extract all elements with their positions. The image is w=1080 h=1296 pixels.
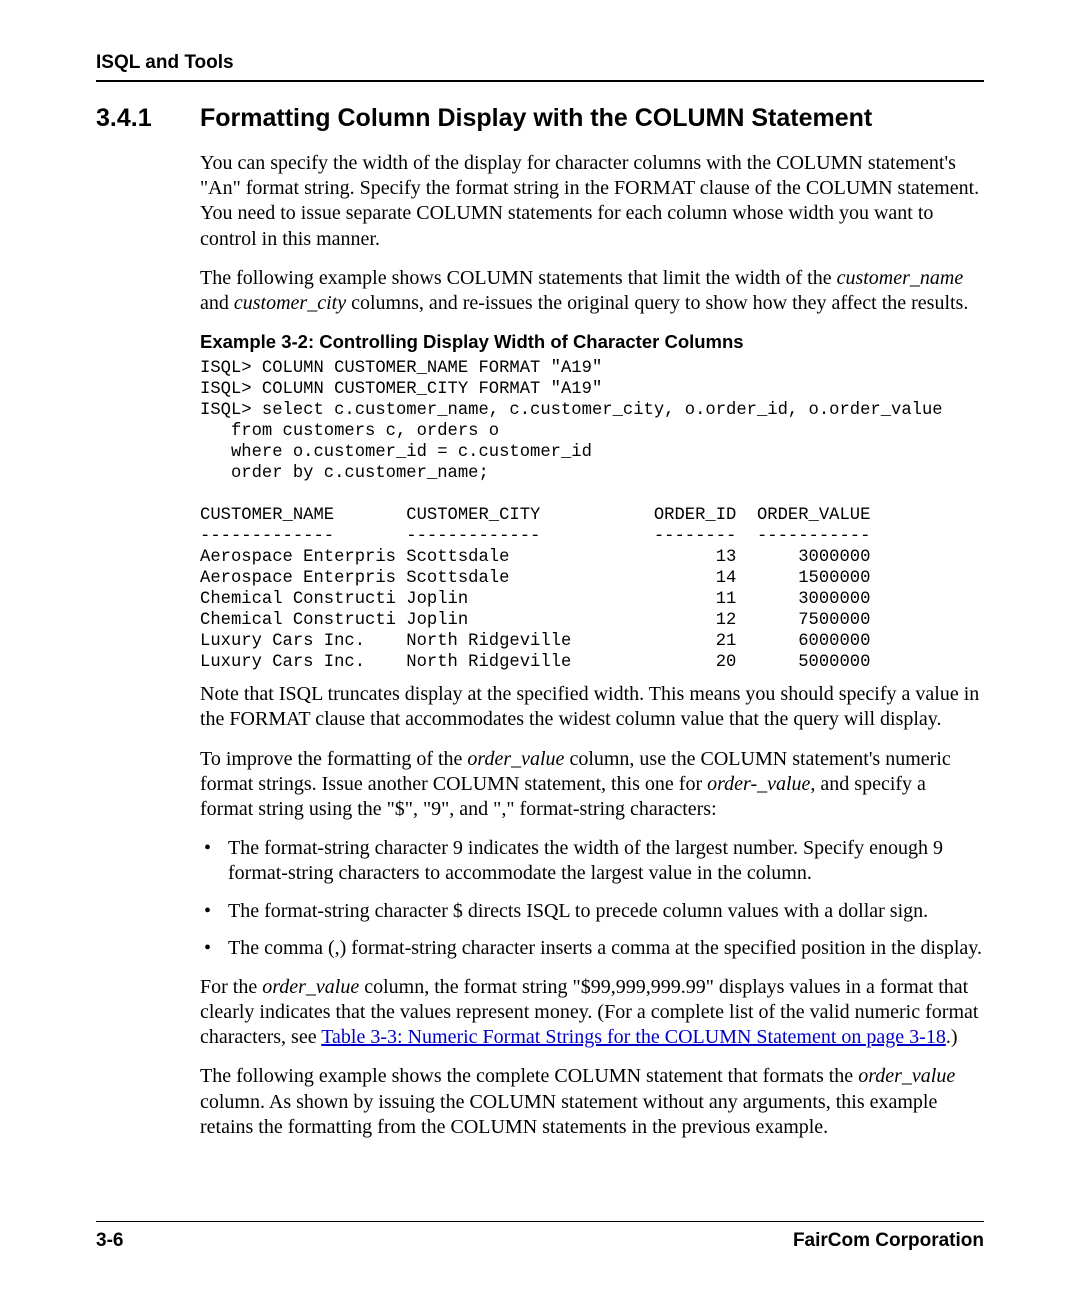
paragraph: Note that ISQL truncates display at the … (200, 682, 984, 732)
code-block: ISQL> COLUMN CUSTOMER_NAME FORMAT "A19" … (200, 359, 984, 674)
paragraph: You can specify the width of the display… (200, 151, 984, 252)
text: columns, and re-issues the original quer… (346, 292, 968, 314)
italic-term: order_value (262, 976, 359, 998)
list-item: The comma (,) format-string character in… (200, 936, 984, 961)
page: ISQL and Tools 3.4.1 Formatting Column D… (0, 0, 1080, 1296)
text: To improve the formatting of the (200, 748, 467, 770)
text: column. As shown by issuing the COLUMN s… (200, 1091, 937, 1138)
company-name: FairCom Corporation (793, 1230, 984, 1252)
paragraph: For the order_value column, the format s… (200, 975, 984, 1051)
paragraph: The following example shows COLUMN state… (200, 266, 984, 316)
text: and (200, 292, 234, 314)
section-heading: 3.4.1 Formatting Column Display with the… (96, 104, 984, 133)
footer-rule (96, 1221, 984, 1222)
paragraph: The following example shows the complete… (200, 1064, 984, 1140)
italic-term: order_value (858, 1065, 955, 1087)
list-item: The format-string character 9 indicates … (200, 836, 984, 886)
list-item: The format-string character $ directs IS… (200, 899, 984, 924)
section-title: Formatting Column Display with the COLUM… (200, 104, 872, 133)
text: For the (200, 976, 262, 998)
text: The following example shows COLUMN state… (200, 267, 837, 289)
paragraph: To improve the formatting of the order_v… (200, 747, 984, 823)
italic-term: order-_value (707, 773, 810, 795)
example-caption: Example 3-2: Controlling Display Width o… (200, 330, 984, 353)
text: The following example shows the complete… (200, 1065, 858, 1087)
body-column: You can specify the width of the display… (200, 151, 984, 1140)
cross-reference-link[interactable]: Table 3-3: Numeric Format Strings for th… (321, 1026, 946, 1048)
running-head: ISQL and Tools (96, 52, 984, 74)
text: .) (946, 1026, 958, 1048)
page-footer: 3-6 FairCom Corporation (96, 1221, 984, 1252)
italic-term: customer_city (234, 292, 346, 314)
header-rule (96, 80, 984, 82)
section-number: 3.4.1 (96, 104, 200, 133)
page-number: 3-6 (96, 1230, 123, 1252)
bullet-list: The format-string character 9 indicates … (200, 836, 984, 961)
italic-term: order_value (467, 748, 564, 770)
italic-term: customer_name (837, 267, 964, 289)
